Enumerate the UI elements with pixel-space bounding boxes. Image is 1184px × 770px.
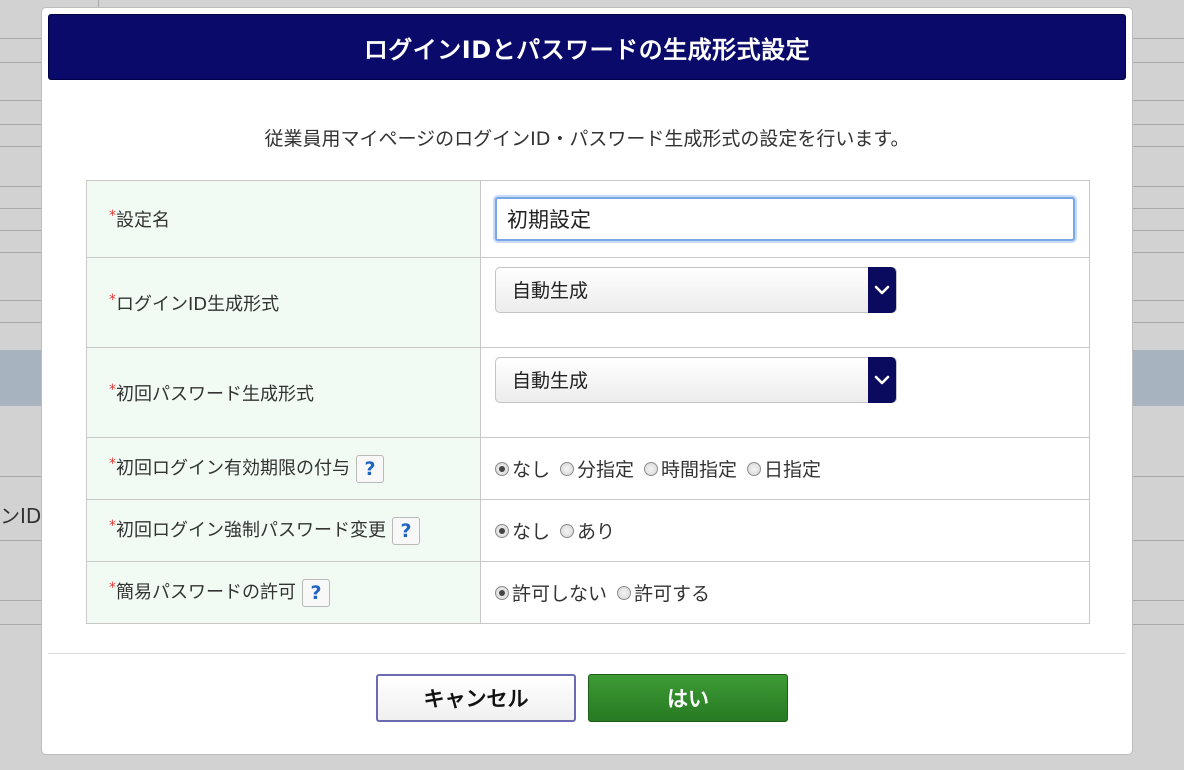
dialog-header: ログインIDとパスワードの生成形式設定 <box>48 14 1126 80</box>
required-mark: * <box>109 456 116 472</box>
radio-button[interactable] <box>560 461 575 476</box>
radio-label: なし <box>512 459 551 481</box>
simple-password-label: 簡易パスワードの許可 <box>116 582 296 603</box>
initial-password-format-label-cell: *初回パスワード生成形式 <box>86 347 481 438</box>
radio-option-allow[interactable]: 許可する <box>617 579 710 606</box>
initial-login-expiry-value-cell: なし 分指定 時間指定 日指定 <box>480 437 1090 500</box>
ok-button[interactable]: はい <box>588 674 788 722</box>
form-row-simple-password: *簡易パスワードの許可? 許可しない 許可する <box>86 561 1090 624</box>
chevron-down-icon[interactable] <box>868 356 896 403</box>
setting-name-value-cell: 初期設定 <box>480 180 1090 258</box>
required-mark: * <box>109 518 116 534</box>
chevron-down-icon[interactable] <box>868 266 896 313</box>
radio-label: 分指定 <box>577 459 635 481</box>
radio-label: あり <box>577 521 616 543</box>
radio-option-none[interactable]: なし <box>495 455 550 482</box>
setting-name-input-value: 初期設定 <box>507 208 591 232</box>
initial-login-expiry-radio-group: なし 分指定 時間指定 日指定 <box>495 455 1088 482</box>
radio-option-disallow[interactable]: 許可しない <box>495 579 607 606</box>
required-mark: * <box>109 580 116 596</box>
required-mark: * <box>109 208 116 224</box>
force-password-change-radio-group: なし あり <box>495 517 1088 544</box>
radio-option-yes[interactable]: あり <box>560 517 615 544</box>
simple-password-value-cell: 許可しない 許可する <box>480 561 1090 624</box>
form-row-setting-name: *設定名 初期設定 <box>86 180 1090 258</box>
simple-password-radio-group: 許可しない 許可する <box>495 579 1088 606</box>
radio-option-days[interactable]: 日指定 <box>747 455 821 482</box>
initial-password-format-select[interactable]: 自動生成 <box>495 356 897 403</box>
form-row-initial-login-expiry: *初回ログイン有効期限の付与? なし 分指定 時間指定 日指定 <box>86 437 1090 500</box>
radio-button[interactable] <box>495 461 509 476</box>
simple-password-label-cell: *簡易パスワードの許可? <box>86 561 481 624</box>
bg-partial-text: ンID <box>0 504 42 528</box>
force-password-change-label-cell: *初回ログイン強制パスワード変更? <box>86 499 481 562</box>
radio-button[interactable] <box>560 523 575 538</box>
form-row-login-id-format: *ログインID生成形式 自動生成 <box>86 257 1090 348</box>
force-password-change-value-cell: なし あり <box>480 499 1090 562</box>
radio-option-minutes[interactable]: 分指定 <box>560 455 634 482</box>
form-row-initial-password-format: *初回パスワード生成形式 自動生成 <box>86 347 1090 438</box>
cancel-button[interactable]: キャンセル <box>376 674 576 722</box>
initial-password-format-selected: 自動生成 <box>512 370 589 392</box>
initial-login-expiry-label-cell: *初回ログイン有効期限の付与? <box>86 437 481 500</box>
dialog-title: ログインIDとパスワードの生成形式設定 <box>363 35 811 64</box>
help-icon[interactable]: ? <box>302 579 330 607</box>
initial-password-format-value-cell: 自動生成 <box>480 347 1090 438</box>
login-id-format-select[interactable]: 自動生成 <box>495 266 897 313</box>
radio-label: 許可する <box>634 583 711 605</box>
login-id-format-label: ログインID生成形式 <box>116 293 280 315</box>
radio-button[interactable] <box>617 585 632 600</box>
dialog-intro: 従業員用マイページのログインID・パスワード生成形式の設定を行います。 <box>264 128 910 150</box>
radio-label: 許可しない <box>512 583 608 605</box>
help-icon[interactable]: ? <box>392 517 420 545</box>
radio-option-none[interactable]: なし <box>495 517 550 544</box>
radio-button[interactable] <box>495 585 509 600</box>
help-icon[interactable]: ? <box>356 455 384 483</box>
required-mark: * <box>109 291 116 308</box>
generation-format-dialog: ログインIDとパスワードの生成形式設定 従業員用マイページのログインID・パスワ… <box>42 8 1132 754</box>
login-id-format-selected: 自動生成 <box>512 280 589 302</box>
initial-password-format-label: 初回パスワード生成形式 <box>116 383 314 405</box>
setting-name-label-cell: *設定名 <box>86 180 481 258</box>
radio-label: 時間指定 <box>661 459 738 481</box>
radio-button[interactable] <box>644 461 659 476</box>
radio-button[interactable] <box>495 523 509 538</box>
settings-form: *設定名 初期設定 *ログインID生成形式 自動生成 *初回パスワード生成形式 … <box>86 180 1090 624</box>
radio-label: 日指定 <box>764 459 822 481</box>
radio-button[interactable] <box>747 461 762 476</box>
form-row-force-password-change: *初回ログイン強制パスワード変更? なし あり <box>86 499 1090 562</box>
setting-name-input[interactable]: 初期設定 <box>495 197 1075 241</box>
radio-label: なし <box>512 521 551 543</box>
footer-divider <box>48 653 1126 654</box>
login-id-format-label-cell: *ログインID生成形式 <box>86 257 481 348</box>
radio-option-hours[interactable]: 時間指定 <box>644 455 737 482</box>
required-mark: * <box>109 381 116 398</box>
login-id-format-value-cell: 自動生成 <box>480 257 1090 348</box>
force-password-change-label: 初回ログイン強制パスワード変更 <box>116 520 386 541</box>
initial-login-expiry-label: 初回ログイン有効期限の付与 <box>116 458 350 479</box>
setting-name-label: 設定名 <box>116 210 170 231</box>
